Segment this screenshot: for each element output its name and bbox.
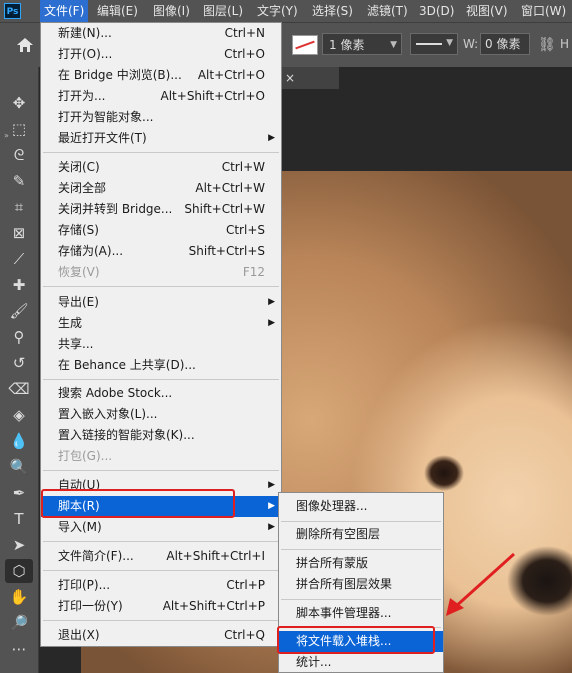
menu-separator <box>281 521 441 522</box>
menu-filter[interactable]: 滤镜(T) <box>363 0 412 22</box>
submenu-item-delete-empty-layers[interactable]: 删除所有空图层 <box>279 524 443 545</box>
menu-item-print-one[interactable]: 打印一份(Y) Alt+Shift+Ctrl+P <box>41 596 281 617</box>
annotation-box-scripts <box>41 489 235 518</box>
menu-item-open-as[interactable]: 打开为... Alt+Shift+Ctrl+O <box>41 86 281 107</box>
menu-view[interactable]: 视图(V) <box>462 0 512 22</box>
history-brush-tool-icon[interactable]: ↺ <box>5 351 33 375</box>
menu-separator <box>43 286 279 287</box>
pen-tool-icon[interactable]: ✒ <box>5 481 33 505</box>
document-tab[interactable]: × <box>279 67 339 89</box>
menu-separator <box>43 379 279 380</box>
menu-item-save-as[interactable]: 存储为(A)... Shift+Ctrl+S <box>41 241 281 262</box>
menu-item-place-linked[interactable]: 置入链接的智能对象(K)... <box>41 425 281 446</box>
home-icon[interactable] <box>16 37 34 53</box>
polygon-tool-icon[interactable]: ⬡ <box>5 559 33 583</box>
eyedropper-tool-icon[interactable]: ⟋ <box>5 247 33 271</box>
menu-separator <box>281 599 441 600</box>
photoshop-logo: Ps <box>4 3 21 19</box>
path-selection-tool-icon[interactable]: ➤ <box>5 533 33 557</box>
hand-tool-icon[interactable]: ✋ <box>5 585 33 609</box>
menu-item-revert: 恢复(V) F12 <box>58 265 265 279</box>
chevron-down-icon: ▼ <box>446 38 453 48</box>
type-tool-icon[interactable]: T <box>5 507 33 531</box>
menu-window[interactable]: 窗口(W) <box>517 0 570 22</box>
menu-separator <box>43 570 279 571</box>
chevron-down-icon: ▼ <box>390 40 397 50</box>
submenu-item-flatten-masks[interactable]: 拼合所有蒙版 <box>279 553 443 574</box>
annotation-arrow-icon <box>446 552 516 616</box>
menu-item-file-info[interactable]: 文件简介(F)... Alt+Shift+Ctrl+I <box>41 546 281 567</box>
lasso-tool-icon[interactable]: ᘓ <box>5 143 33 167</box>
menu-item-save[interactable]: 存储(S) Ctrl+S <box>41 220 281 241</box>
menu-item-open[interactable]: 打开(O)... Ctrl+O <box>41 44 281 65</box>
zoom-tool-icon[interactable]: 🔎 <box>5 611 33 635</box>
menu-item-export[interactable]: 导出(E) ▶ <box>41 292 281 313</box>
submenu-arrow-icon: ▶ <box>268 297 275 307</box>
width-label: W: <box>463 37 479 51</box>
submenu-item-flatten-layer-effects[interactable]: 拼合所有图层效果 <box>279 574 443 595</box>
menu-item-generate[interactable]: 生成 ▶ <box>41 313 281 334</box>
menu-select[interactable]: 选择(S) <box>308 0 357 22</box>
menu-item-close-to-bridge[interactable]: 关闭并转到 Bridge... Shift+Ctrl+W <box>41 199 281 220</box>
menu-item-open-smart-object[interactable]: 打开为智能对象... <box>41 107 281 128</box>
annotation-box-load-stack <box>277 626 435 654</box>
stroke-type-select[interactable]: ▼ <box>410 33 458 55</box>
submenu-arrow-icon: ▶ <box>268 318 275 328</box>
menu-bar: Ps 文件(F) 编辑(E) 图像(I) 图层(L) 文字(Y) 选择(S) 滤… <box>0 0 572 22</box>
menu-item-exit[interactable]: 退出(X) Ctrl+Q <box>41 625 281 646</box>
move-tool-icon[interactable]: ✥ <box>5 91 33 115</box>
menu-item-browse-bridge[interactable]: 在 Bridge 中浏览(B)... Alt+Ctrl+O <box>41 65 281 86</box>
healing-brush-tool-icon[interactable]: ✚ <box>5 273 33 297</box>
menu-layer[interactable]: 图层(L) <box>199 0 247 22</box>
menu-item-share-behance[interactable]: 在 Behance 上共享(D)... <box>41 355 281 376</box>
submenu-arrow-icon: ▶ <box>268 133 275 143</box>
file-menu: 新建(N)... Ctrl+N 打开(O)... Ctrl+O 在 Bridge 中… <box>40 22 282 647</box>
menu-type[interactable]: 文字(Y) <box>253 0 302 22</box>
crop-tool-icon[interactable]: ⌗ <box>5 195 33 219</box>
menu-item-search-stock[interactable]: 搜索 Adobe Stock... <box>41 383 281 404</box>
menu-item-print[interactable]: 打印(P)... Ctrl+P <box>41 575 281 596</box>
more-tools-icon[interactable]: ⋯ <box>5 637 33 661</box>
blur-tool-icon[interactable]: 💧 <box>5 429 33 453</box>
submenu-item-statistics[interactable]: 统计... <box>279 652 443 673</box>
menu-separator <box>43 541 279 542</box>
stroke-color-swatch[interactable] <box>292 35 318 55</box>
brush-tool-icon[interactable]: 🖌 <box>5 299 33 323</box>
menu-item-import[interactable]: 导入(M) ▶ <box>41 517 281 538</box>
frame-tool-icon[interactable]: ⊠ <box>5 221 33 245</box>
menu-image[interactable]: 图像(I) <box>149 0 194 22</box>
menu-separator <box>43 152 279 153</box>
menu-item-close-all[interactable]: 关闭全部 Alt+Ctrl+W <box>41 178 281 199</box>
submenu-item-script-events-manager[interactable]: 脚本事件管理器... <box>279 603 443 624</box>
menu-file[interactable]: 文件(F) <box>40 0 89 22</box>
paint-bucket-tool-icon[interactable]: ◈ <box>5 403 33 427</box>
menu-item-place-embedded[interactable]: 置入嵌入对象(L)... <box>41 404 281 425</box>
stroke-size-value: 1 像素 <box>329 38 365 52</box>
menu-item-package: 打包(G)... <box>58 449 113 463</box>
menu-item-close[interactable]: 关闭(C) Ctrl+W <box>41 157 281 178</box>
stroke-size-select[interactable]: 1 像素 ▼ <box>322 33 402 55</box>
menu-separator <box>43 620 279 621</box>
menu-3d[interactable]: 3D(D) <box>415 0 458 22</box>
menu-item-new[interactable]: 新建(N)... Ctrl+N <box>41 23 281 44</box>
height-label: H <box>560 37 570 51</box>
menu-edit[interactable]: 编辑(E) <box>93 0 142 22</box>
clone-stamp-tool-icon[interactable]: ⚲ <box>5 325 33 349</box>
tools-panel: » ✥ ⬚ ᘓ ✎ ⌗ ⊠ ⟋ ✚ 🖌 ⚲ ↺ ⌫ ◈ 💧 🔍 ✒ T ➤ ⬡ … <box>0 67 39 673</box>
menu-separator <box>43 470 279 471</box>
menu-separator <box>281 549 441 550</box>
submenu-item-image-processor[interactable]: 图像处理器... <box>279 496 443 517</box>
submenu-arrow-icon: ▶ <box>268 480 275 490</box>
close-icon[interactable]: × <box>285 71 295 85</box>
submenu-arrow-icon: ▶ <box>268 522 275 532</box>
menu-item-recent[interactable]: 最近打开文件(T) ▶ <box>41 128 281 149</box>
menu-item-share[interactable]: 共享... <box>41 334 281 355</box>
dodge-tool-icon[interactable]: 🔍 <box>5 455 33 479</box>
submenu-arrow-icon: ▶ <box>268 501 275 511</box>
width-input[interactable]: 0 像素 <box>480 33 530 55</box>
link-icon[interactable]: ⛓ <box>538 37 556 53</box>
marquee-tool-icon[interactable]: ⬚ <box>5 117 33 141</box>
quick-select-tool-icon[interactable]: ✎ <box>5 169 33 193</box>
eraser-tool-icon[interactable]: ⌫ <box>5 377 33 401</box>
